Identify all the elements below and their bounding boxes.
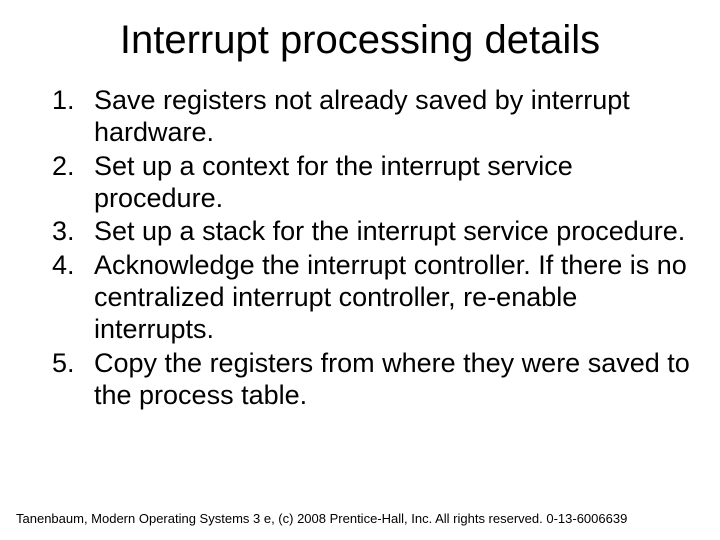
slide: Interrupt processing details Save regist… — [0, 0, 720, 540]
list-item: Acknowledge the interrupt controller. If… — [82, 250, 692, 346]
slide-title: Interrupt processing details — [28, 18, 692, 63]
list-item: Save registers not already saved by inte… — [82, 85, 692, 149]
footer-citation: Tanenbaum, Modern Operating Systems 3 e,… — [16, 511, 627, 526]
step-list: Save registers not already saved by inte… — [38, 85, 692, 412]
list-item: Set up a stack for the interrupt service… — [82, 216, 692, 248]
list-item: Copy the registers from where they were … — [82, 348, 692, 412]
list-item: Set up a context for the interrupt servi… — [82, 151, 692, 215]
